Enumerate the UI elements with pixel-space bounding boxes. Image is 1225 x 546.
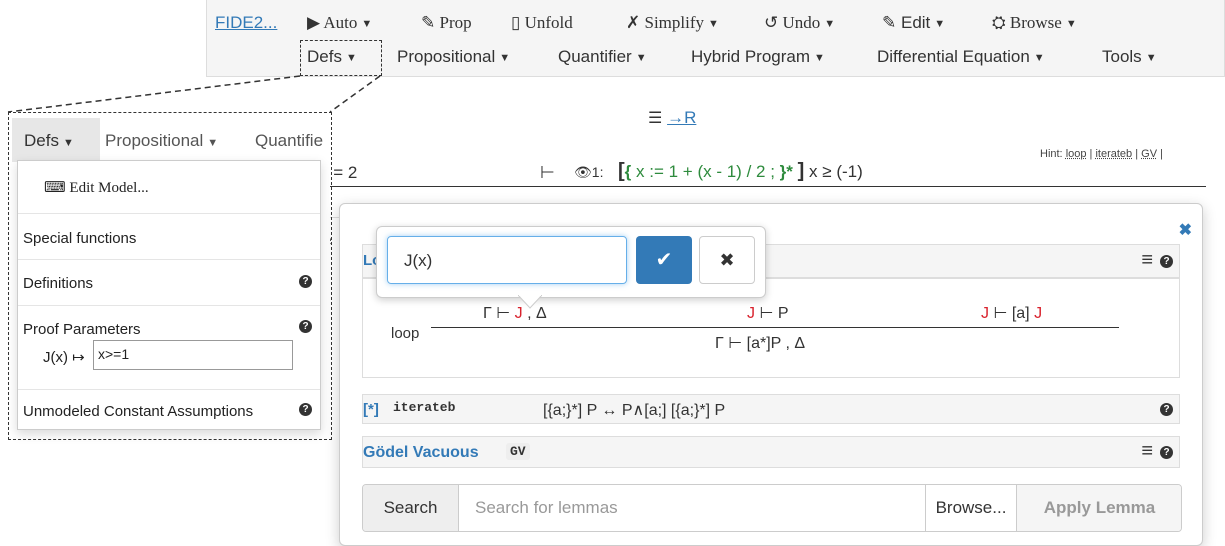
menu-icon[interactable]: ≡	[1141, 440, 1153, 463]
bubble-pointer	[518, 295, 542, 309]
unmodeled-assumptions-item[interactable]: Unmodeled Constant Assumptions ?	[18, 390, 320, 429]
zoom-tab-quantifier[interactable]: Quantifie	[255, 131, 327, 151]
lemma-search-input[interactable]: Search for lemmas	[475, 485, 618, 531]
apply-lemma-button[interactable]: Apply Lemma	[1016, 485, 1181, 531]
help-icon[interactable]: ?	[1160, 446, 1173, 459]
zoom-tab-propositional[interactable]: Propositional ▼	[105, 131, 218, 151]
edit-model-item[interactable]: ⌨ Edit Model...	[18, 161, 320, 214]
keyboard-icon: ⌨	[44, 180, 66, 196]
help-icon[interactable]: ?	[299, 403, 312, 416]
browse-lemmas-button[interactable]: Browse...	[925, 485, 1016, 531]
branch-label[interactable]: ☰ →R	[648, 108, 696, 128]
param-name: J(x) ↦	[43, 349, 85, 366]
lemma-search-bar: Search Search for lemmas Browse... Apply…	[362, 484, 1182, 532]
hint-gv[interactable]: GV	[1141, 148, 1157, 160]
formula-index: 👁1:	[574, 164, 604, 180]
turnstile: ⊢	[540, 163, 555, 182]
check-icon: ✔	[655, 249, 673, 271]
search-label: Search	[363, 485, 459, 531]
godel-lemma-row[interactable]: Gödel Vacuous GV ≡ ?	[362, 436, 1180, 468]
hint-iterateb[interactable]: iterateb	[1095, 148, 1132, 160]
proof-parameters-item: Proof Parameters ? J(x) ↦ x>=1	[18, 306, 320, 390]
eye-icon: 👁	[574, 164, 592, 180]
close-icon[interactable]: ✖	[1179, 220, 1192, 240]
invariant-input[interactable]: J(x)	[387, 236, 627, 284]
menu-icon[interactable]: ≡	[1141, 249, 1153, 272]
help-icon[interactable]: ?	[299, 275, 312, 288]
special-functions-item[interactable]: Special functions	[18, 214, 320, 260]
confirm-button[interactable]: ✔	[636, 236, 692, 284]
hint-loop[interactable]: loop	[1066, 148, 1087, 160]
help-icon[interactable]: ?	[1160, 403, 1173, 416]
zoom-tab-defs[interactable]: Defs ▼	[24, 131, 74, 151]
succedent-formula[interactable]: [{ x := 1 + (x - 1) / 2 ; }* ] x ≥ (-1)	[618, 160, 863, 183]
iterateb-lemma-row[interactable]: [*] iterateb [{a;}*] P ↔ P∧[a;] [{a;}*] …	[362, 394, 1180, 424]
help-icon[interactable]: ?	[299, 320, 312, 333]
param-value-input[interactable]: x>=1	[93, 340, 293, 370]
invariant-input-bubble: J(x) ✔ ✖	[376, 226, 766, 298]
defs-dropdown-menu: ⌨ Edit Model... Special functions Defini…	[17, 160, 321, 430]
list-icon: ☰	[648, 110, 663, 127]
close-icon: ✖	[719, 250, 735, 270]
help-icon[interactable]: ?	[1160, 255, 1173, 268]
cancel-button[interactable]: ✖	[699, 236, 755, 284]
definitions-item[interactable]: Definitions ?	[18, 260, 320, 306]
hint-bar: Hint: loop | iterateb | GV |	[1040, 148, 1163, 160]
rule-bar	[431, 327, 1119, 328]
sequent-rule	[206, 186, 1206, 187]
